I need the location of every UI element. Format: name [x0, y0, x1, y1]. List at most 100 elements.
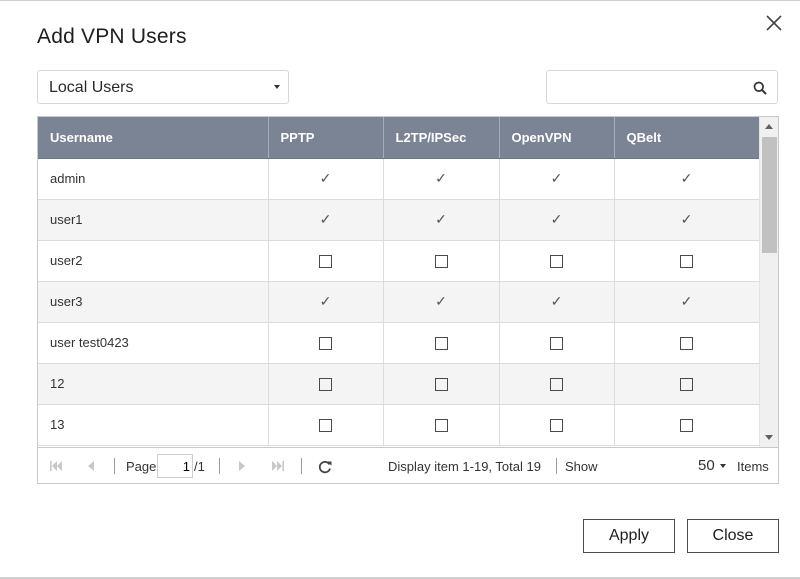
search-input[interactable]	[553, 75, 747, 101]
qbelt-checkbox[interactable]	[680, 255, 693, 269]
qbelt-checkbox[interactable]	[680, 337, 693, 351]
table-row[interactable]: user3 ✓ ✓ ✓ ✓	[38, 281, 759, 323]
scroll-up-icon[interactable]	[765, 124, 773, 129]
display-info-text: Display item 1-19, Total 19	[388, 459, 541, 474]
page-size-select[interactable]: 50	[698, 457, 726, 474]
refresh-icon[interactable]	[317, 459, 333, 475]
pptp-cell: ✓	[268, 281, 384, 323]
pptp-checkbox[interactable]	[319, 419, 332, 433]
username-cell: user3	[38, 281, 269, 323]
search-icon[interactable]	[753, 81, 767, 95]
l2tp-cell	[383, 322, 500, 364]
l2tp-cell	[383, 240, 500, 282]
pptp-cell: ✓	[268, 199, 384, 241]
pptp-cell	[268, 404, 384, 446]
table-row[interactable]: 13	[38, 404, 759, 446]
pager-divider	[301, 458, 302, 474]
openvpn-checkbox[interactable]	[550, 378, 563, 392]
qbelt-cell	[614, 322, 759, 364]
page-total: /1	[194, 459, 205, 474]
first-page-icon[interactable]	[48, 459, 64, 473]
users-table: Username PPTP L2TP/IPSec OpenVPN QBelt a…	[38, 117, 759, 446]
l2tp-cell: ✓	[383, 281, 500, 323]
table-header-row: Username PPTP L2TP/IPSec OpenVPN QBelt	[38, 117, 759, 159]
openvpn-cell: ✓	[499, 199, 615, 241]
l2tp-checkbox[interactable]	[434, 337, 448, 351]
column-header-qbelt[interactable]: QBelt	[614, 117, 759, 159]
pptp-checkbox[interactable]	[319, 337, 332, 351]
checkmark-icon: ✓	[550, 211, 563, 227]
column-header-pptp[interactable]: PPTP	[268, 117, 384, 159]
username-cell: user test0423	[38, 322, 269, 364]
column-header-openvpn[interactable]: OpenVPN	[499, 117, 615, 159]
pager-divider	[556, 458, 557, 474]
last-page-icon[interactable]	[270, 459, 286, 473]
apply-button[interactable]: Apply	[583, 519, 675, 553]
l2tp-cell: ✓	[383, 158, 500, 200]
openvpn-cell: ✓	[499, 158, 615, 200]
pptp-cell	[268, 363, 384, 405]
pager-divider	[114, 458, 115, 474]
qbelt-cell: ✓	[614, 158, 759, 200]
openvpn-cell	[499, 363, 615, 405]
qbelt-checkbox[interactable]	[680, 378, 693, 392]
openvpn-checkbox[interactable]	[550, 419, 563, 433]
l2tp-checkbox[interactable]	[434, 378, 448, 392]
pager-divider	[219, 458, 220, 474]
add-vpn-users-dialog: Add VPN Users Local Users Username PPTP …	[0, 0, 800, 579]
l2tp-checkbox[interactable]	[434, 419, 448, 433]
openvpn-cell	[499, 322, 615, 364]
checkmark-icon: ✓	[435, 170, 447, 186]
username-cell: admin	[38, 158, 269, 200]
page-number-input[interactable]	[157, 454, 193, 478]
checkmark-icon: ✓	[550, 170, 563, 186]
table-row[interactable]: 12	[38, 363, 759, 405]
prev-page-icon[interactable]	[85, 459, 97, 473]
users-grid: Username PPTP L2TP/IPSec OpenVPN QBelt a…	[37, 116, 779, 484]
page-label: Page	[126, 459, 157, 474]
pptp-cell	[268, 240, 384, 282]
username-cell: 13	[38, 404, 269, 446]
users-grid-body: Username PPTP L2TP/IPSec OpenVPN QBelt a…	[38, 117, 759, 447]
close-button[interactable]: Close	[687, 519, 779, 553]
l2tp-cell	[383, 404, 500, 446]
column-header-username[interactable]: Username	[38, 117, 269, 159]
username-cell: user1	[38, 199, 269, 241]
checkmark-icon: ✓	[680, 211, 693, 227]
items-label: Items	[737, 459, 769, 474]
qbelt-cell	[614, 363, 759, 405]
qbelt-checkbox[interactable]	[680, 419, 693, 433]
l2tp-checkbox[interactable]	[434, 255, 448, 269]
checkmark-icon: ✓	[319, 170, 332, 186]
l2tp-cell	[383, 363, 500, 405]
qbelt-cell	[614, 404, 759, 446]
table-row[interactable]: user test0423	[38, 322, 759, 364]
checkmark-icon: ✓	[435, 293, 447, 309]
table-row[interactable]: user1 ✓ ✓ ✓ ✓	[38, 199, 759, 241]
checkmark-icon: ✓	[680, 293, 693, 309]
pptp-cell: ✓	[268, 158, 384, 200]
qbelt-cell: ✓	[614, 199, 759, 241]
column-header-l2tp[interactable]: L2TP/IPSec	[383, 117, 500, 159]
close-icon[interactable]	[764, 13, 784, 33]
pptp-checkbox[interactable]	[319, 378, 332, 392]
l2tp-cell: ✓	[383, 199, 500, 241]
user-type-select[interactable]: Local Users	[37, 70, 289, 104]
scroll-thumb[interactable]	[762, 137, 777, 253]
scroll-down-icon[interactable]	[765, 435, 773, 440]
openvpn-cell	[499, 404, 615, 446]
table-row[interactable]: user2	[38, 240, 759, 282]
openvpn-checkbox[interactable]	[550, 337, 563, 351]
pagination-bar: Page /1 Display item 1-19, Total 19 Show…	[38, 447, 778, 483]
openvpn-cell: ✓	[499, 281, 615, 323]
caret-down-icon	[719, 464, 726, 469]
table-row[interactable]: admin ✓ ✓ ✓ ✓	[38, 158, 759, 200]
page-size-value: 50	[698, 457, 715, 474]
vertical-scrollbar[interactable]	[759, 117, 778, 447]
show-label: Show	[565, 459, 598, 474]
pptp-cell	[268, 322, 384, 364]
openvpn-checkbox[interactable]	[550, 255, 563, 269]
next-page-icon[interactable]	[236, 459, 248, 473]
openvpn-cell	[499, 240, 615, 282]
pptp-checkbox[interactable]	[319, 255, 332, 269]
